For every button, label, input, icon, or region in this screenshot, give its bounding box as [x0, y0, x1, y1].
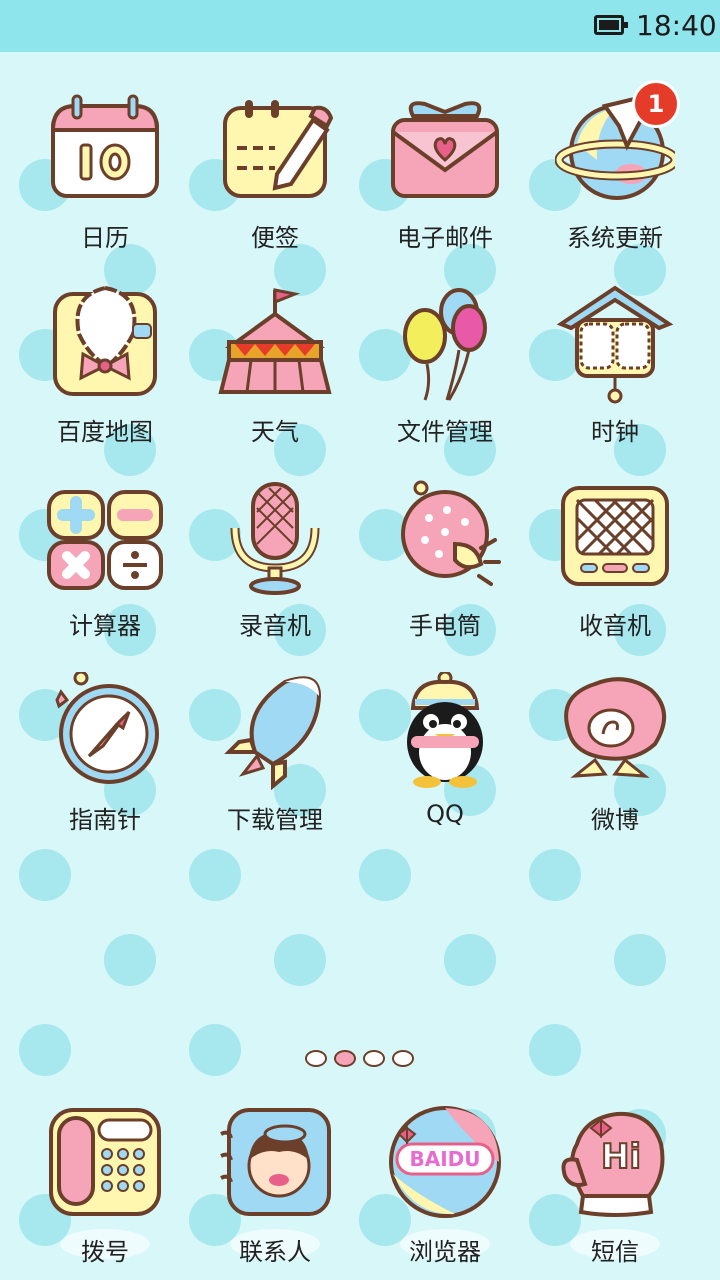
- page-dot-2[interactable]: [334, 1050, 356, 1067]
- compass-icon: [55, 672, 159, 784]
- page-dot-3[interactable]: [363, 1050, 385, 1067]
- qq-penguin-icon: [407, 672, 483, 788]
- hi-logo-text: Hi: [601, 1137, 641, 1177]
- calendar-icon: [50, 94, 160, 198]
- email-icon: [391, 101, 499, 198]
- app-label: 便签: [251, 224, 299, 252]
- app-compass[interactable]: 指南针: [20, 672, 190, 862]
- dock-browser[interactable]: BAIDU 浏览器: [360, 1104, 530, 1266]
- app-email[interactable]: 电子邮件: [360, 90, 530, 280]
- app-notepad[interactable]: 便签: [190, 90, 360, 280]
- dock-sms[interactable]: Hi 短信: [530, 1104, 700, 1266]
- app-calendar[interactable]: 日历: [20, 90, 190, 280]
- flashlight-icon: [401, 480, 501, 586]
- dock-label: 短信: [591, 1238, 639, 1266]
- rocket-icon: [224, 676, 322, 791]
- app-label: 录音机: [239, 612, 311, 640]
- app-label: 时钟: [591, 418, 639, 446]
- status-time: 18:40: [636, 9, 717, 42]
- dock-contacts[interactable]: 联系人: [190, 1104, 360, 1266]
- contacts-icon: [220, 1108, 331, 1216]
- dock-label: 浏览器: [409, 1238, 481, 1266]
- microphone-icon: [230, 482, 320, 595]
- app-flashlight[interactable]: 手电筒: [360, 478, 530, 668]
- update-count-badge: 1: [632, 80, 680, 128]
- page-indicator[interactable]: [305, 1050, 417, 1072]
- battery-icon: [594, 15, 628, 35]
- dock-label: 拨号: [81, 1238, 129, 1266]
- app-recorder[interactable]: 录音机: [190, 478, 360, 668]
- app-weibo[interactable]: 微博: [530, 672, 700, 862]
- app-label: 百度地图: [57, 418, 153, 446]
- app-download-manager[interactable]: 下载管理: [190, 672, 360, 862]
- app-label: 收音机: [579, 612, 651, 640]
- app-label: 指南针: [69, 806, 141, 834]
- notepad-icon: [223, 100, 334, 198]
- dock-phone[interactable]: 拨号: [20, 1104, 190, 1266]
- weather-tent-icon: [218, 288, 332, 394]
- status-bar: 18:40: [0, 0, 720, 52]
- radio-icon: [561, 486, 669, 586]
- app-label: 微博: [591, 806, 639, 834]
- weibo-icon: [564, 677, 667, 778]
- app-label: 天气: [251, 418, 299, 446]
- calculator-icon: [47, 490, 163, 590]
- app-baidu-map[interactable]: 百度地图: [20, 284, 190, 474]
- baidu-logo-text: BAIDU: [409, 1147, 480, 1171]
- app-file-manager[interactable]: 文件管理: [360, 284, 530, 474]
- cuckoo-clock-icon: [556, 285, 674, 404]
- app-label: 系统更新: [567, 224, 663, 252]
- dock-label: 联系人: [239, 1238, 311, 1266]
- app-label: 文件管理: [397, 418, 493, 446]
- app-label: 计算器: [69, 612, 141, 640]
- balloons-icon: [403, 288, 487, 401]
- page-dot-4[interactable]: [392, 1050, 414, 1067]
- app-radio[interactable]: 收音机: [530, 478, 700, 668]
- app-clock[interactable]: 时钟: [530, 284, 700, 474]
- sms-mitten-icon: Hi: [561, 1111, 665, 1217]
- app-weather[interactable]: 天气: [190, 284, 360, 474]
- app-label: 电子邮件: [397, 224, 493, 252]
- page-dot-1[interactable]: [305, 1050, 327, 1067]
- app-calculator[interactable]: 计算器: [20, 478, 190, 668]
- phone-icon: [49, 1108, 161, 1216]
- map-icon: [53, 285, 157, 396]
- app-label: QQ: [426, 800, 464, 828]
- app-label: 手电筒: [409, 612, 481, 640]
- app-label: 下载管理: [227, 806, 323, 834]
- app-qq[interactable]: QQ: [360, 672, 530, 862]
- app-label: 日历: [81, 224, 129, 252]
- browser-icon: BAIDU: [389, 1106, 501, 1218]
